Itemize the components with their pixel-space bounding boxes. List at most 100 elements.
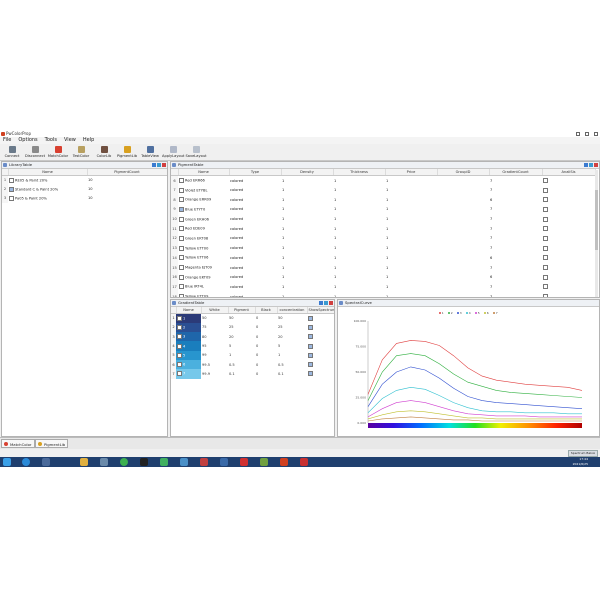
menu-file[interactable]: File [3,137,11,144]
table-row[interactable]: 17 Blue IRT4L colored 1 1 1 7 [171,282,595,292]
row-checkbox[interactable] [179,226,184,232]
app-icon[interactable] [280,458,288,466]
edge-browser-icon[interactable] [22,458,30,466]
qq-icon[interactable] [140,458,148,466]
disconnect-button[interactable]: Disconnect [24,145,46,159]
row-checkbox[interactable] [179,274,184,280]
name-color-cell[interactable]: 4 [176,341,201,351]
thickness-cell[interactable]: 1 [333,292,385,297]
black-cell[interactable]: 0 [255,369,277,378]
show-spectrum-cell[interactable] [307,341,334,350]
price-cell[interactable]: 1 [385,176,437,186]
analisis-cell[interactable] [542,282,595,292]
group-id-cell[interactable] [437,176,489,186]
wechat-icon[interactable] [160,458,168,466]
pigment-count-cell[interactable]: 10 [87,185,167,194]
tableview-button[interactable]: TableView [139,145,161,159]
gradient-count-cell[interactable]: 7 [489,282,542,292]
type-cell[interactable]: colored [229,263,281,273]
table-row[interactable]: 1 1 50 50 0 50 [171,313,334,323]
table-row[interactable]: 11 Red EDE09 colored 1 1 1 7 [171,223,595,234]
row-checkbox[interactable] [177,352,182,358]
density-cell[interactable]: 1 [281,292,333,297]
analisis-checkbox[interactable] [543,284,548,290]
row-checkbox[interactable] [9,177,14,183]
show-spectrum-checkbox[interactable] [308,315,313,321]
name-color-cell[interactable]: 1 [176,313,201,323]
row-checkbox[interactable] [177,324,182,330]
thickness-cell[interactable]: 1 [333,224,385,234]
concentration-cell[interactable]: 20 [277,332,307,341]
black-cell[interactable]: 0 [255,341,277,350]
show-spectrum-cell[interactable] [307,323,334,332]
pigment-cell[interactable]: 50 [228,314,255,323]
row-checkbox[interactable] [179,235,184,241]
import-icon[interactable] [157,163,161,167]
table-row[interactable]: 1 RE05 & Paint 20% 10 [2,175,167,185]
row-checkbox[interactable] [177,362,182,368]
pigment-cell[interactable]: 5 [228,341,255,350]
concentration-cell[interactable]: 25 [277,323,307,332]
price-cell[interactable]: 1 [385,253,437,263]
pigment-count-cell[interactable]: 10 [87,176,167,185]
type-cell[interactable]: colored [229,292,281,297]
export-icon[interactable] [584,163,588,167]
analisis-checkbox[interactable] [543,206,548,212]
app-icon[interactable] [260,458,268,466]
pigment-cell[interactable]: 1 [228,351,255,360]
table-row[interactable]: 2 Standard C & Paint 20% 10 [2,184,167,194]
density-cell[interactable]: 1 [281,185,333,195]
table-row[interactable]: 4 4 95 5 0 5 [171,341,334,351]
row-checkbox[interactable] [179,265,184,271]
analisis-cell[interactable] [542,195,595,205]
name-cell[interactable]: Pa05 & Paint 20% [8,194,87,203]
pigment-cell[interactable]: 0.5 [228,360,255,369]
name-color-cell[interactable]: 7 [176,369,201,379]
media-icon[interactable] [100,458,108,466]
price-cell[interactable]: 1 [385,185,437,195]
analisis-checkbox[interactable] [543,197,548,203]
analisis-checkbox[interactable] [543,216,548,222]
row-checkbox[interactable] [179,284,184,290]
show-spectrum-cell[interactable] [307,360,334,369]
name-cell[interactable]: Orange EKT09 [178,272,229,282]
density-cell[interactable]: 1 [281,195,333,205]
price-cell[interactable]: 1 [385,195,437,205]
group-id-cell[interactable] [437,292,489,297]
type-cell[interactable]: colored [229,195,281,205]
gradient-count-cell[interactable]: 7 [489,263,542,273]
group-id-cell[interactable] [437,282,489,292]
table-row[interactable]: 6 6 99.5 0.5 0 0.5 [171,359,334,370]
show-spectrum-checkbox[interactable] [308,334,313,340]
analisis-checkbox[interactable] [543,187,548,193]
group-id-cell[interactable] [437,214,489,224]
concentration-cell[interactable]: 1 [277,351,307,360]
group-id-cell[interactable] [437,263,489,273]
analisis-cell[interactable] [542,214,595,224]
name-cell[interactable]: Magenta EJT09 [178,263,229,273]
taskbar-clock[interactable]: 17:44 2021/6/25 [573,457,588,467]
group-id-cell[interactable] [437,272,489,282]
type-cell[interactable]: colored [229,253,281,263]
row-checkbox[interactable] [9,195,14,201]
name-cell[interactable]: Green EKH06 [178,214,229,224]
app-icon[interactable] [240,458,248,466]
pigment-cell[interactable]: 25 [228,323,255,332]
table-row[interactable]: 14 Yellow ETT06 colored 1 1 1 6 [171,253,595,263]
table-row[interactable]: 2 2 75 25 0 25 [171,322,334,333]
row-checkbox[interactable] [179,197,184,203]
density-cell[interactable]: 1 [281,224,333,234]
gradient-count-cell[interactable]: 6 [489,253,542,263]
analisis-checkbox[interactable] [543,235,548,241]
name-cell[interactable]: Green EKT08 [178,234,229,244]
table-row[interactable]: 15 Magenta EJT09 colored 1 1 1 7 [171,262,595,273]
row-checkbox[interactable] [177,343,182,349]
thickness-cell[interactable]: 1 [333,234,385,244]
gradient-count-cell[interactable]: 7 [489,292,542,297]
table-row[interactable]: 10 Green EKH06 colored 1 1 1 7 [171,214,595,224]
export-icon[interactable] [152,163,156,167]
thickness-cell[interactable]: 1 [333,243,385,253]
app-icon[interactable] [200,458,208,466]
analisis-checkbox[interactable] [543,294,548,297]
search-icon[interactable] [42,458,50,466]
